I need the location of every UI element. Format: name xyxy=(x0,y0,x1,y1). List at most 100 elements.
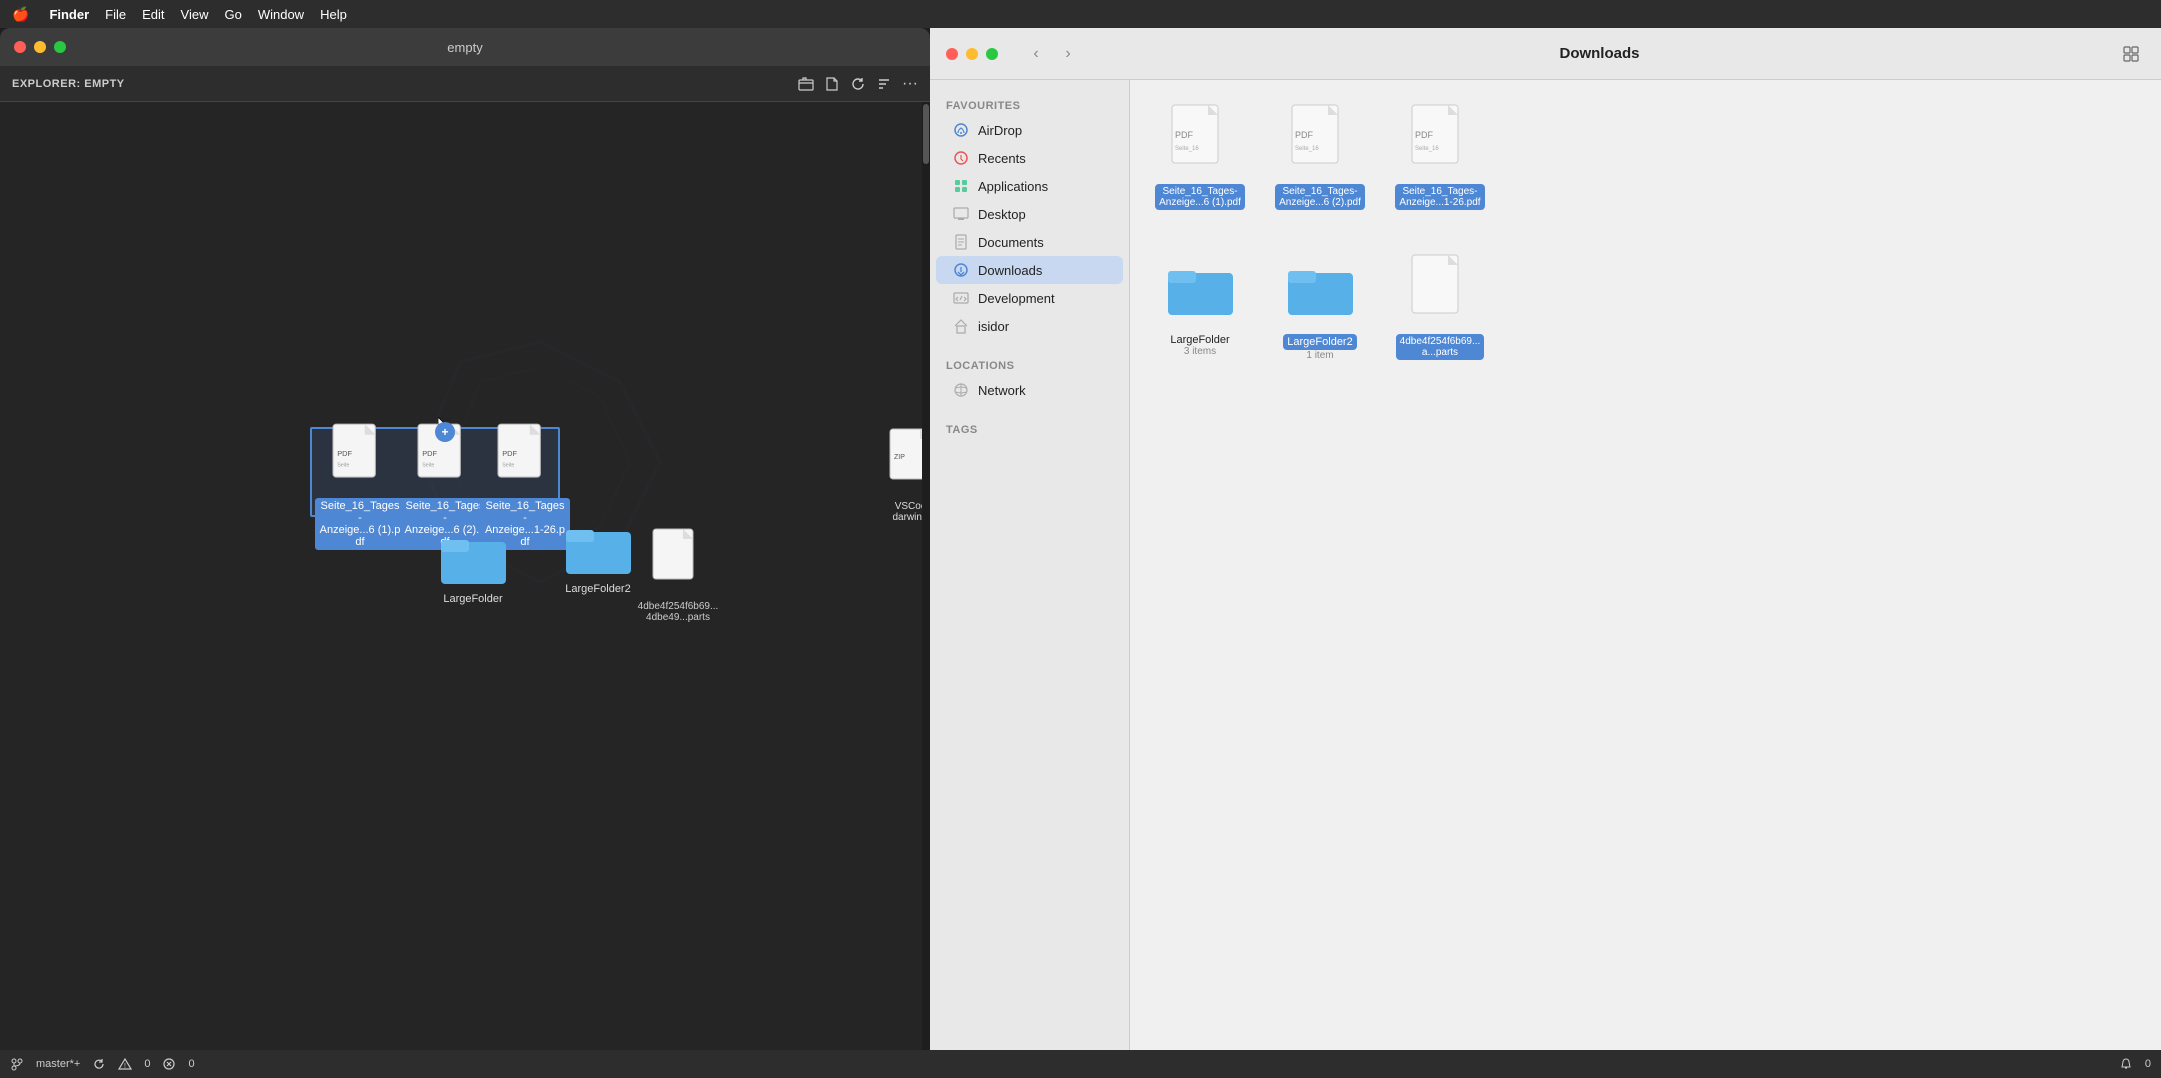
finder-main[interactable]: PDF Seite_16 Seite_16_Tages-Anzeige...6 … xyxy=(1130,80,2161,1050)
menu-finder[interactable]: Finder xyxy=(49,7,89,22)
vscode-zip[interactable]: ZIP VSCode-darwin.zip xyxy=(870,427,930,525)
apple-menu[interactable]: 🍎 xyxy=(12,6,29,23)
collapse-icon[interactable] xyxy=(876,76,892,92)
svg-text:ZIP: ZIP xyxy=(894,454,905,461)
svg-text:!: ! xyxy=(124,1063,126,1070)
finder-window: ‹ › Downloads Favourites xyxy=(930,28,2161,1050)
finder-titlebar: ‹ › Downloads xyxy=(930,28,2161,80)
finder-body: Favourites AirDrop Recents xyxy=(930,80,2161,1050)
svg-text:PDF: PDF xyxy=(337,449,352,458)
sidebar-item-applications[interactable]: Applications xyxy=(936,172,1123,200)
sidebar-item-documents[interactable]: Documents xyxy=(936,228,1123,256)
downloads-icon xyxy=(952,261,970,279)
finder-parts-icon xyxy=(1405,250,1475,330)
finder-folder-label-2: LargeFolder2 xyxy=(1283,334,1356,350)
finder-forward-button[interactable]: › xyxy=(1054,43,1082,65)
sidebar-item-downloads[interactable]: Downloads xyxy=(936,256,1123,284)
finder-pdf-icon-3: PDF Seite_16 xyxy=(1405,100,1475,180)
sync-icon[interactable] xyxy=(92,1057,106,1071)
development-icon xyxy=(952,289,970,307)
finder-folder-sublabel-1: 3 items xyxy=(1184,346,1216,357)
finder-grid-view-button[interactable] xyxy=(2117,43,2145,65)
sidebar-item-development[interactable]: Development xyxy=(936,284,1123,312)
pdf-file-2[interactable]: PDF Seite + Seite_16_Tages-Anzeige...6 (… xyxy=(400,422,490,550)
vscode-content[interactable]: PDF Seite Seite_16_Tages-Anzeige...6 (1)… xyxy=(0,102,930,1050)
sidebar-development-label: Development xyxy=(978,291,1055,306)
folder-label-1: LargeFolder xyxy=(439,591,506,607)
maximize-button[interactable] xyxy=(54,41,66,53)
error-icon xyxy=(162,1057,176,1071)
finder-pdf-2[interactable]: PDF Seite_16 Seite_16_Tages-Anzeige...6 … xyxy=(1270,100,1370,210)
pdf-file-1[interactable]: PDF Seite Seite_16_Tages-Anzeige...6 (1)… xyxy=(315,422,405,550)
pdf-icon-1: PDF Seite xyxy=(330,422,390,494)
finder-large-folder-2[interactable]: LargeFolder2 1 item xyxy=(1270,250,1370,361)
new-folder-icon[interactable] xyxy=(798,76,814,92)
finder-folder-sublabel-2: 1 item xyxy=(1306,350,1333,361)
git-branch-label[interactable]: master*+ xyxy=(36,1058,80,1070)
sidebar-desktop-label: Desktop xyxy=(978,207,1026,222)
applications-icon xyxy=(952,177,970,195)
sidebar-item-network[interactable]: Network xyxy=(936,376,1123,404)
pdf-icon-3: PDF Seite xyxy=(495,422,555,494)
refresh-icon[interactable] xyxy=(850,76,866,92)
locations-header: Locations xyxy=(930,352,1129,376)
finder-pdf-label-3: Seite_16_Tages-Anzeige...1-26.pdf xyxy=(1395,184,1484,210)
menu-help[interactable]: Help xyxy=(320,7,347,22)
finder-window-title: Downloads xyxy=(1098,45,2101,62)
vscode-scrollbar[interactable] xyxy=(922,102,930,1050)
sidebar-item-recents[interactable]: Recents xyxy=(936,144,1123,172)
parts-file[interactable]: 4dbe4f254f6b69...4dbe49...parts xyxy=(633,527,723,625)
bell-count[interactable]: 0 xyxy=(2145,1058,2151,1070)
finder-pdf-3[interactable]: PDF Seite_16 Seite_16_Tages-Anzeige...1-… xyxy=(1390,100,1490,210)
finder-parts-file[interactable]: 4dbe4f254f6b69...a...parts xyxy=(1390,250,1490,361)
menu-view[interactable]: View xyxy=(181,7,209,22)
svg-text:PDF: PDF xyxy=(1415,130,1434,140)
recents-icon xyxy=(952,149,970,167)
menu-window[interactable]: Window xyxy=(258,7,304,22)
new-file-icon[interactable] xyxy=(824,76,840,92)
scrollbar-thumb[interactable] xyxy=(923,104,929,164)
svg-text:Seite_16: Seite_16 xyxy=(1415,146,1439,152)
svg-text:Seite: Seite xyxy=(337,462,349,468)
close-button[interactable] xyxy=(14,41,26,53)
menu-go[interactable]: Go xyxy=(224,7,241,22)
sidebar-airdrop-label: AirDrop xyxy=(978,123,1022,138)
finder-window-controls xyxy=(946,48,998,60)
menubar: 🍎 Finder File Edit View Go Window Help xyxy=(0,0,2161,28)
main-area: empty EXPLORER: EMPTY ··· xyxy=(0,28,2161,1050)
menu-edit[interactable]: Edit xyxy=(142,7,164,22)
favourites-header: Favourites xyxy=(930,92,1129,116)
statusbar: master*+ ! 0 0 0 xyxy=(0,1050,2161,1078)
finder-maximize-button[interactable] xyxy=(986,48,998,60)
more-icon[interactable]: ··· xyxy=(902,76,918,92)
finder-pdf-icon-2: PDF Seite_16 xyxy=(1285,100,1355,180)
folder-label-2: LargeFolder2 xyxy=(561,581,634,597)
finder-folder-icon-2 xyxy=(1285,250,1355,330)
sidebar-item-isidor[interactable]: isidor xyxy=(936,312,1123,340)
sidebar-item-desktop[interactable]: Desktop xyxy=(936,200,1123,228)
parts-file-label: 4dbe4f254f6b69...4dbe49...parts xyxy=(634,599,723,625)
large-folder-1[interactable]: LargeFolder xyxy=(428,532,518,607)
svg-text:Seite: Seite xyxy=(502,462,514,468)
finder-pdf-1[interactable]: PDF Seite_16 Seite_16_Tages-Anzeige...6 … xyxy=(1150,100,1250,210)
airdrop-icon xyxy=(952,121,970,139)
minimize-button[interactable] xyxy=(34,41,46,53)
finder-pdf-label-2: Seite_16_Tages-Anzeige...6 (2).pdf xyxy=(1275,184,1365,210)
large-folder-2[interactable]: LargeFolder2 xyxy=(553,522,643,597)
svg-text:PDF: PDF xyxy=(502,449,517,458)
finder-sidebar: Favourites AirDrop Recents xyxy=(930,80,1130,1050)
errors-count: 0 xyxy=(188,1058,194,1070)
menu-file[interactable]: File xyxy=(105,7,126,22)
sidebar-documents-label: Documents xyxy=(978,235,1044,250)
finder-minimize-button[interactable] xyxy=(966,48,978,60)
finder-back-button[interactable]: ‹ xyxy=(1022,43,1050,65)
finder-pdf-label-1: Seite_16_Tages-Anzeige...6 (1).pdf xyxy=(1155,184,1245,210)
pdf-label-1: Seite_16_Tages-Anzeige...6 (1).pdf xyxy=(315,498,405,550)
svg-text:PDF: PDF xyxy=(1175,130,1194,140)
finder-large-folder[interactable]: LargeFolder 3 items xyxy=(1150,250,1250,361)
documents-icon xyxy=(952,233,970,251)
sidebar-item-airdrop[interactable]: AirDrop xyxy=(936,116,1123,144)
sidebar-isidor-label: isidor xyxy=(978,319,1009,334)
finder-close-button[interactable] xyxy=(946,48,958,60)
sidebar-applications-label: Applications xyxy=(978,179,1048,194)
